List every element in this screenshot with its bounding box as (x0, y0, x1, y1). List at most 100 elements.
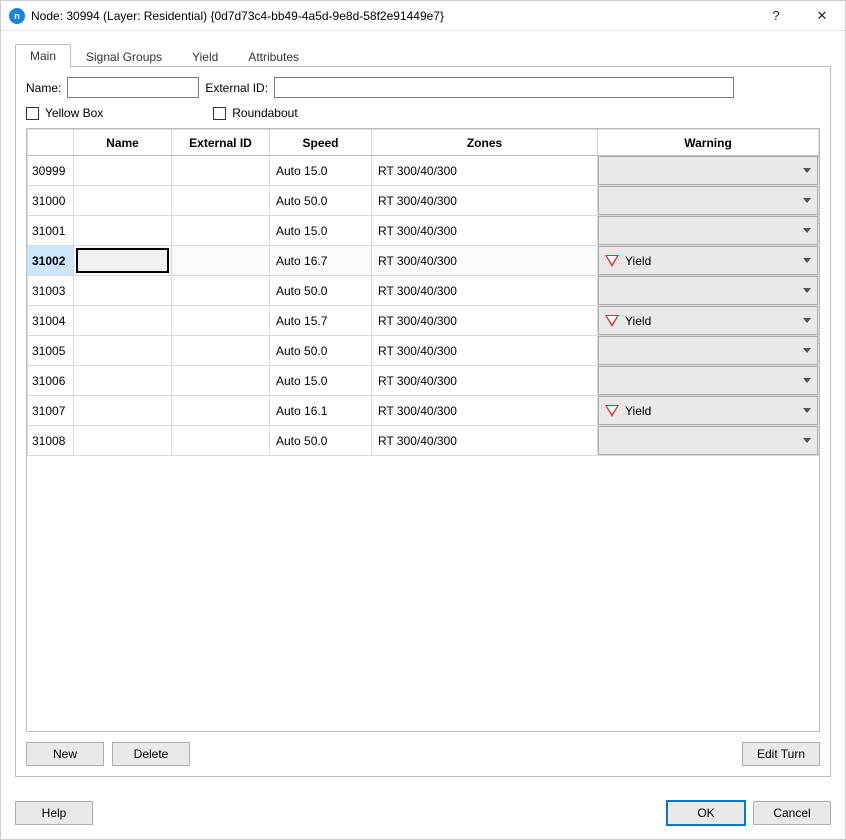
row-external-id-cell[interactable] (172, 366, 270, 396)
delete-button[interactable]: Delete (112, 742, 190, 766)
warning-combobox[interactable] (598, 336, 818, 365)
row-name-cell[interactable] (74, 306, 172, 336)
warning-combobox[interactable]: Yield (598, 306, 818, 335)
row-name-cell[interactable] (74, 246, 172, 276)
row-id-cell[interactable]: 31003 (28, 276, 74, 306)
row-name-cell[interactable] (74, 396, 172, 426)
col-header-zones[interactable]: Zones (372, 130, 598, 156)
row-zones-cell[interactable]: RT 300/40/300 (372, 186, 598, 216)
help-button[interactable]: ? (753, 1, 799, 31)
warning-combobox[interactable] (598, 216, 818, 245)
table-row[interactable]: 31007 Auto 16.1RT 300/40/300Yield (28, 396, 819, 426)
warning-combobox[interactable] (598, 156, 818, 185)
roundabout-checkbox[interactable]: Roundabout (213, 106, 297, 120)
warning-combobox[interactable] (598, 426, 818, 455)
row-speed-cell[interactable]: Auto 50.0 (270, 186, 372, 216)
row-speed-cell[interactable]: Auto 15.7 (270, 306, 372, 336)
row-speed-cell[interactable]: Auto 15.0 (270, 156, 372, 186)
table-row[interactable]: 31004 Auto 15.7RT 300/40/300Yield (28, 306, 819, 336)
col-header-id[interactable] (28, 130, 74, 156)
row-id-cell[interactable]: 30999 (28, 156, 74, 186)
row-id-cell[interactable]: 31001 (28, 216, 74, 246)
row-warning-cell[interactable] (598, 216, 819, 246)
row-external-id-cell[interactable] (172, 396, 270, 426)
row-name-cell[interactable] (74, 216, 172, 246)
row-external-id-cell[interactable] (172, 276, 270, 306)
row-speed-cell[interactable]: Auto 50.0 (270, 336, 372, 366)
yellow-box-checkbox[interactable]: Yellow Box (26, 106, 103, 120)
warning-combobox[interactable] (598, 366, 818, 395)
row-warning-cell[interactable]: Yield (598, 396, 819, 426)
row-id-cell[interactable]: 31000 (28, 186, 74, 216)
row-speed-cell[interactable]: Auto 16.1 (270, 396, 372, 426)
row-external-id-cell[interactable] (172, 186, 270, 216)
row-warning-cell[interactable] (598, 276, 819, 306)
row-name-cell[interactable] (74, 186, 172, 216)
table-row[interactable]: 31008 Auto 50.0RT 300/40/300 (28, 426, 819, 456)
table-row[interactable]: 31001 Auto 15.0RT 300/40/300 (28, 216, 819, 246)
row-warning-cell[interactable]: Yield (598, 246, 819, 276)
row-id-cell[interactable]: 31007 (28, 396, 74, 426)
row-speed-cell[interactable]: Auto 50.0 (270, 426, 372, 456)
row-external-id-cell[interactable] (172, 336, 270, 366)
row-speed-cell[interactable]: Auto 15.0 (270, 216, 372, 246)
col-header-external-id[interactable]: External ID (172, 130, 270, 156)
tab-yield[interactable]: Yield (177, 45, 233, 68)
row-warning-cell[interactable]: Yield (598, 306, 819, 336)
row-zones-cell[interactable]: RT 300/40/300 (372, 366, 598, 396)
row-name-cell[interactable] (74, 426, 172, 456)
row-id-cell[interactable]: 31004 (28, 306, 74, 336)
row-speed-cell[interactable]: Auto 15.0 (270, 366, 372, 396)
row-id-cell[interactable]: 31006 (28, 366, 74, 396)
cancel-button[interactable]: Cancel (753, 801, 831, 825)
table-row[interactable]: 30999 Auto 15.0RT 300/40/300 (28, 156, 819, 186)
row-warning-cell[interactable] (598, 336, 819, 366)
row-external-id-cell[interactable] (172, 216, 270, 246)
table-row[interactable]: 31003 Auto 50.0RT 300/40/300 (28, 276, 819, 306)
external-id-input[interactable] (274, 77, 734, 98)
row-zones-cell[interactable]: RT 300/40/300 (372, 396, 598, 426)
tab-main[interactable]: Main (15, 44, 71, 68)
ok-button[interactable]: OK (667, 801, 745, 825)
col-header-name[interactable]: Name (74, 130, 172, 156)
row-zones-cell[interactable]: RT 300/40/300 (372, 246, 598, 276)
row-id-cell[interactable]: 31008 (28, 426, 74, 456)
row-zones-cell[interactable]: RT 300/40/300 (372, 426, 598, 456)
row-warning-cell[interactable] (598, 366, 819, 396)
row-speed-cell[interactable]: Auto 16.7 (270, 246, 372, 276)
warning-combobox[interactable]: Yield (598, 396, 818, 425)
edit-turn-button[interactable]: Edit Turn (742, 742, 820, 766)
row-warning-cell[interactable] (598, 156, 819, 186)
cell-editor[interactable] (76, 248, 169, 273)
warning-combobox[interactable] (598, 276, 818, 305)
tab-attributes[interactable]: Attributes (233, 45, 314, 68)
col-header-speed[interactable]: Speed (270, 130, 372, 156)
row-zones-cell[interactable]: RT 300/40/300 (372, 306, 598, 336)
row-zones-cell[interactable]: RT 300/40/300 (372, 216, 598, 246)
row-external-id-cell[interactable] (172, 306, 270, 336)
table-row[interactable]: 31002 Auto 16.7RT 300/40/300Yield (28, 246, 819, 276)
col-header-warning[interactable]: Warning (598, 130, 819, 156)
row-warning-cell[interactable] (598, 426, 819, 456)
warning-combobox[interactable] (598, 186, 818, 215)
warning-combobox[interactable]: Yield (598, 246, 818, 275)
close-button[interactable]: ✕ (799, 1, 845, 31)
row-zones-cell[interactable]: RT 300/40/300 (372, 156, 598, 186)
row-name-cell[interactable] (74, 336, 172, 366)
row-name-cell[interactable] (74, 276, 172, 306)
row-warning-cell[interactable] (598, 186, 819, 216)
row-id-cell[interactable]: 31002 (28, 246, 74, 276)
name-input[interactable] (67, 77, 199, 98)
new-button[interactable]: New (26, 742, 104, 766)
row-name-cell[interactable] (74, 366, 172, 396)
row-zones-cell[interactable]: RT 300/40/300 (372, 276, 598, 306)
table-row[interactable]: 31000 Auto 50.0RT 300/40/300 (28, 186, 819, 216)
row-speed-cell[interactable]: Auto 50.0 (270, 276, 372, 306)
row-id-cell[interactable]: 31005 (28, 336, 74, 366)
row-external-id-cell[interactable] (172, 156, 270, 186)
row-zones-cell[interactable]: RT 300/40/300 (372, 336, 598, 366)
row-external-id-cell[interactable] (172, 246, 270, 276)
table-row[interactable]: 31005 Auto 50.0RT 300/40/300 (28, 336, 819, 366)
help-button-bottom[interactable]: Help (15, 801, 93, 825)
row-name-cell[interactable] (74, 156, 172, 186)
